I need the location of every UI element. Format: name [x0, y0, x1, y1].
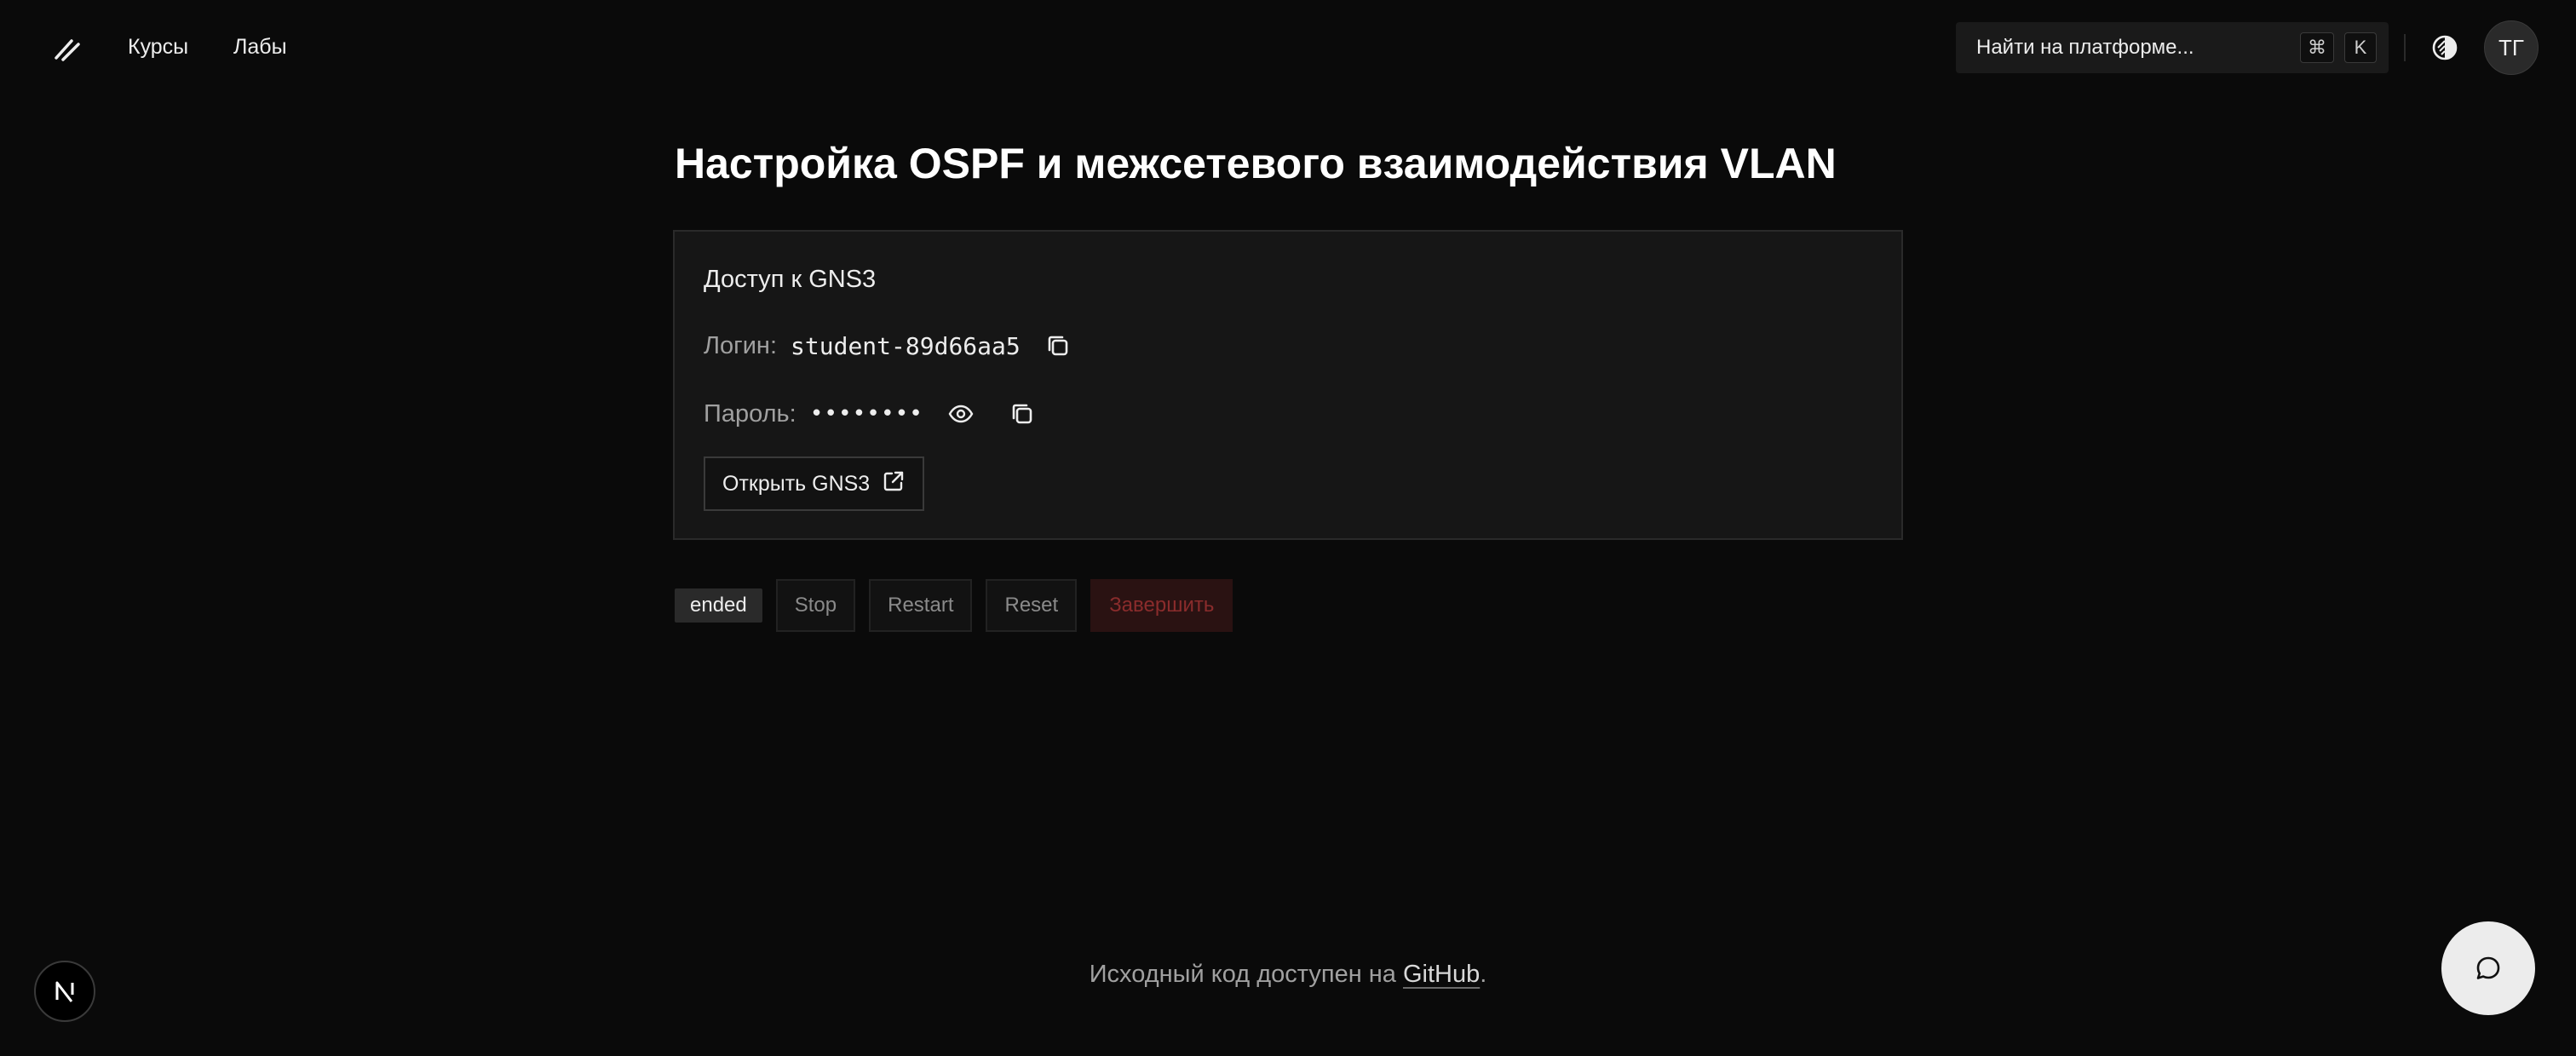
chat-button[interactable] — [2441, 921, 2535, 1015]
login-row: Логин: student-89d66aa5 — [704, 329, 1073, 363]
footer: Исходный код доступен на GitHub. — [0, 957, 2576, 991]
shortcut-cmd-key: ⌘ — [2300, 32, 2334, 63]
open-gns3-label: Открыть GNS3 — [722, 471, 871, 496]
gns3-access-card: Доступ к GNS3 Логин: student-89d66aa5 Па… — [673, 230, 1903, 540]
footer-period: . — [1480, 961, 1487, 988]
user-avatar[interactable]: ТГ — [2484, 20, 2539, 75]
login-label: Логин: — [704, 331, 778, 359]
copy-password-icon[interactable] — [1007, 399, 1038, 429]
footer-text: Исходный код доступен на — [1089, 961, 1403, 988]
password-row: Пароль: •••••••• — [704, 397, 1038, 431]
shortcut-k-key: K — [2344, 32, 2377, 63]
nav-link-labs[interactable]: Лабы — [233, 32, 287, 61]
external-link-icon — [882, 469, 906, 499]
password-masked-value: •••••••• — [809, 401, 923, 427]
contrast-icon[interactable] — [2429, 32, 2460, 63]
stop-button[interactable]: Stop — [775, 579, 856, 632]
search-placeholder: Найти на платформе... — [1976, 36, 2194, 59]
lab-controls: ended Stop Restart Reset Завершить — [675, 579, 1246, 632]
copy-login-icon[interactable] — [1043, 330, 1073, 361]
header-divider — [2404, 34, 2406, 61]
password-label: Пароль: — [704, 399, 796, 428]
chat-bubble-icon — [2476, 956, 2500, 979]
status-badge: ended — [675, 588, 762, 623]
card-title: Доступ к GNS3 — [704, 266, 877, 293]
login-value: student-89d66aa5 — [791, 331, 1021, 360]
github-link[interactable]: GitHub — [1403, 961, 1480, 988]
top-header: Курсы Лабы Найти на платформе... ⌘ K ТГ — [0, 0, 2576, 95]
nextjs-dev-badge[interactable] — [34, 961, 95, 1022]
page-title: Настройка OSPF и межсетевого взаимодейст… — [675, 140, 1837, 187]
show-password-eye-icon[interactable] — [946, 399, 976, 429]
reset-button[interactable]: Reset — [986, 579, 1078, 632]
n-letter-icon — [55, 981, 74, 1002]
slash-logo-icon[interactable] — [51, 32, 83, 65]
finish-button[interactable]: Завершить — [1090, 579, 1233, 632]
open-gns3-button[interactable]: Открыть GNS3 — [704, 456, 925, 511]
search-input[interactable]: Найти на платформе... ⌘ K — [1956, 22, 2389, 73]
nav-link-courses[interactable]: Курсы — [128, 32, 188, 61]
restart-button[interactable]: Restart — [869, 579, 973, 632]
